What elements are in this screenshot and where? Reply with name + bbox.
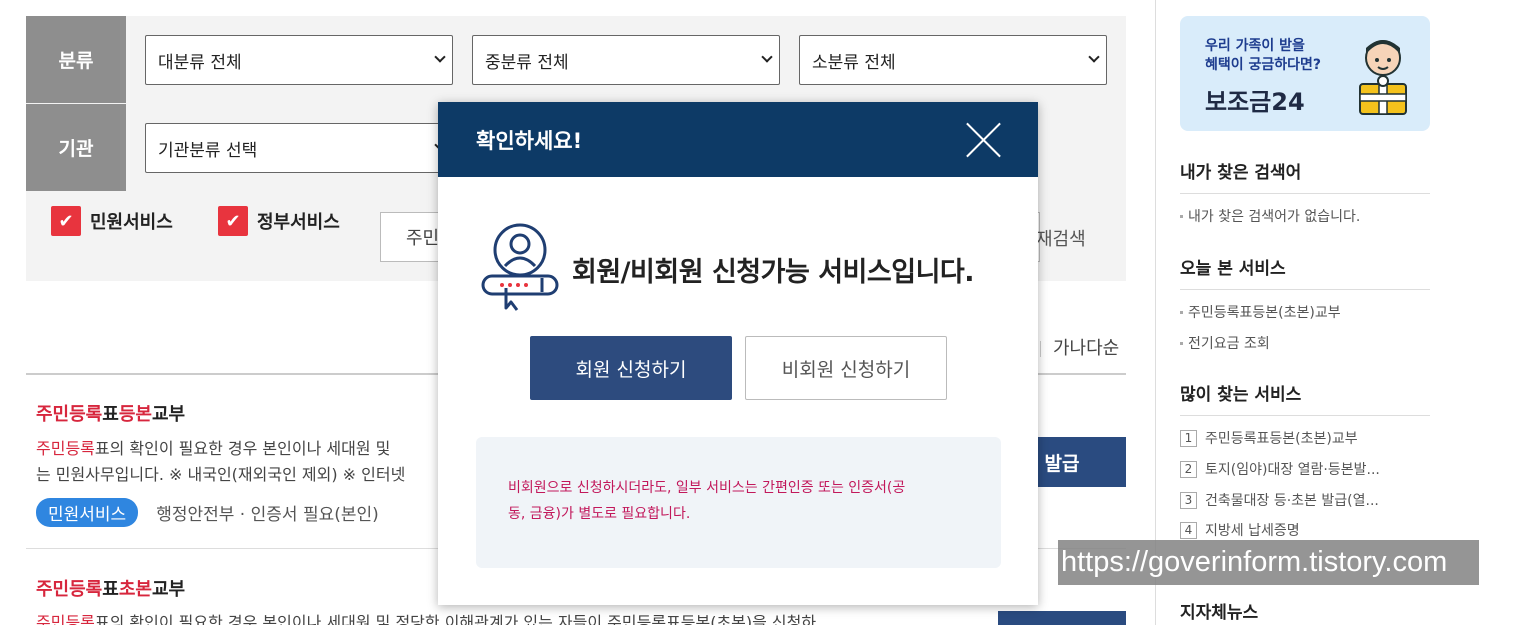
result-title[interactable]: 주민등록표초본교부 [36,575,185,601]
popular-item[interactable]: 2 토지(임야)대장 열람·등본발... [1180,459,1380,479]
rank-badge: 3 [1180,491,1197,509]
agency-select[interactable]: 기관분류 선택 [145,123,453,173]
dialog-title: 확인하세요! [476,128,583,153]
local-news-heading: 지자체뉴스 [1180,603,1259,623]
research-input-value: 주민 [406,228,440,249]
dialog-header: 확인하세요! [438,102,1038,177]
agency-label: 기관 [26,104,126,191]
sidebar-divider [1155,0,1156,625]
minor-category-select[interactable]: 소분류 전체 [799,35,1107,85]
chevron-down-icon [761,51,773,63]
desc-highlight: 주민등록 [36,439,95,458]
popular-item-label: 건축물대장 등·초본 발급(열... [1205,493,1379,509]
bullet [1180,214,1183,218]
searched-keywords-heading: 내가 찾은 검색어 [1180,158,1430,194]
searched-empty-text: 내가 찾은 검색어가 없습니다. [1188,209,1361,225]
result-meta-text: 행정안전부 · 인증서 필요(본인) [156,505,379,525]
chevron-down-icon [1088,51,1100,63]
banner-line1: 우리 가족이 받을 [1205,38,1305,54]
service-type-badge: 민원서비스 [36,498,139,527]
popular-item-label: 주민등록표등본(초본)교부 [1205,431,1358,447]
close-icon[interactable] [966,122,1002,158]
result-description: 주민등록표의 확인이 필요한 경우 본인이나 세대원 및 [36,436,446,461]
mascot-gift-icon [1359,40,1407,115]
desc-text: 표의 확인이 필요한 경우 본인이나 세대원 및 정당한 이해관계가 있는 자들… [94,613,817,625]
title-highlight: 주민등록 [36,404,103,425]
watermark-url: https://goverinform.tistory.com [1058,540,1479,585]
member-apply-button[interactable]: 회원 신청하기 [530,336,732,400]
confirm-dialog: 확인하세요! 회원/비회원 신청가능 서비스입니다. 회원 신청하기 비회원 신… [438,102,1038,605]
popular-item[interactable]: 1 주민등록표등본(초본)교부 [1180,428,1358,448]
rank-badge: 2 [1180,460,1197,478]
title-highlight: 초본 [118,579,152,600]
today-item-label: 전기요금 조회 [1188,336,1270,352]
banner-text: 우리 가족이 받을 혜택이 궁금하다면? [1205,37,1321,75]
title-highlight: 주민등록 [36,579,103,600]
today-item[interactable]: 전기요금 조회 [1180,333,1270,353]
issue-button[interactable] [998,611,1126,625]
subsidy24-banner[interactable]: 우리 가족이 받을 혜택이 궁금하다면? 보조금24 [1180,16,1430,131]
searched-keywords-empty: 내가 찾은 검색어가 없습니다. [1180,206,1360,226]
bullet [1180,310,1183,314]
major-category-select[interactable]: 대분류 전체 [145,35,453,85]
title-text: 교부 [151,579,186,600]
gov-service-label: 정부서비스 [257,212,340,233]
civil-service-checkbox[interactable]: ✔ 민원서비스 [51,206,173,236]
dialog-message: 회원/비회원 신청가능 서비스입니다. [572,257,975,288]
sort-options: 가나다순 [1040,334,1119,360]
check-icon: ✔ [218,206,248,236]
minor-category-value: 소분류 전체 [812,52,896,73]
dialog-notice: 비회원으로 신청하시더라도, 일부 서비스는 간편인증 또는 인증서(공 동, … [476,437,1001,568]
today-item[interactable]: 주민등록표등본(초본)교부 [1180,302,1341,322]
user-login-icon [481,223,559,311]
popular-item-label: 토지(임야)대장 열람·등본발... [1205,462,1380,478]
bullet [1180,341,1183,345]
chevron-down-icon [434,51,446,63]
popular-services-heading: 많이 찾는 서비스 [1180,380,1430,416]
title-highlight: 등본 [118,404,152,425]
banner-title: 보조금24 [1205,88,1305,116]
notice-line2: 동, 금융)가 별도로 필요합니다. [508,506,691,522]
sort-alphabetical[interactable]: 가나다순 [1053,338,1119,359]
rank-badge: 4 [1180,521,1197,539]
desc-text: 표의 확인이 필요한 경우 본인이나 세대원 및 [94,439,391,458]
title-text: 표 [102,579,119,600]
middle-category-value: 중분류 전체 [485,52,569,73]
title-text: 교부 [151,404,186,425]
guest-apply-button[interactable]: 비회원 신청하기 [745,336,947,400]
title-text: 표 [102,404,119,425]
result-description-line2: 는 민원사무입니다. ※ 내국인(재외국인 제외) ※ 인터넷 [36,465,406,484]
popular-item-label: 지방세 납세증명 [1205,523,1300,539]
check-icon: ✔ [51,206,81,236]
popular-item[interactable]: 4 지방세 납세증명 [1180,520,1300,540]
today-viewed-heading: 오늘 본 서비스 [1180,254,1430,290]
banner-line2: 혜택이 궁금하다면? [1205,57,1322,73]
category-label: 분류 [26,16,126,103]
agency-select-value: 기관분류 선택 [158,140,258,161]
popular-item[interactable]: 3 건축물대장 등·초본 발급(열... [1180,490,1379,510]
gov-service-checkbox[interactable]: ✔ 정부서비스 [218,206,340,236]
sort-divider [1040,341,1041,357]
today-item-label: 주민등록표등본(초본)교부 [1188,305,1341,321]
civil-service-label: 민원서비스 [90,212,173,233]
result-meta: 민원서비스 행정안전부 · 인증서 필요(본인) [36,498,379,527]
notice-line1: 비회원으로 신청하시더라도, 일부 서비스는 간편인증 또는 인증서(공 [508,480,906,496]
major-category-value: 대분류 전체 [158,52,242,73]
desc-highlight: 주민등록 [36,613,95,625]
middle-category-select[interactable]: 중분류 전체 [472,35,780,85]
research-button[interactable]: 재검색 [1036,225,1086,251]
result-description: 주민등록표의 확인이 필요한 경우 본인이나 세대원 및 정당한 이해관계가 있… [36,610,966,625]
rank-badge: 1 [1180,429,1197,447]
result-title[interactable]: 주민등록표등본교부 [36,400,185,426]
